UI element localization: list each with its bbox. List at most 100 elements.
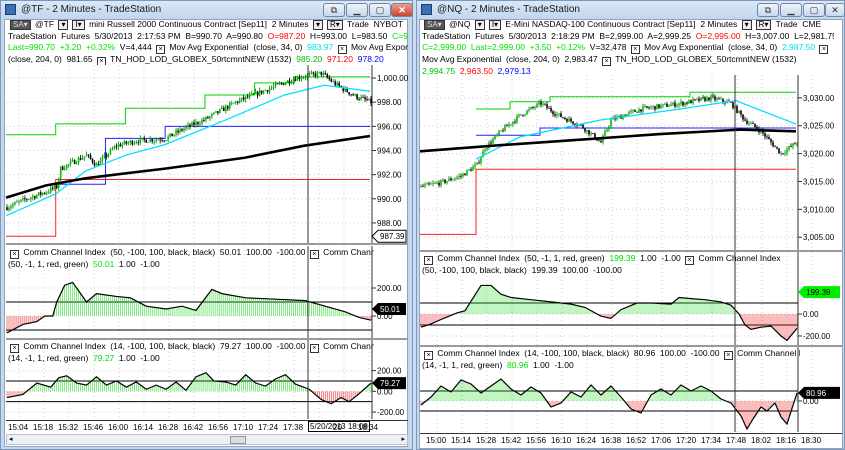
remove-study-checkbox[interactable]: ×: [309, 250, 319, 259]
candle-body: [630, 110, 632, 113]
candle-body: [646, 106, 648, 108]
header-dropdown-button[interactable]: SA▾: [424, 20, 445, 30]
candle-body: [125, 141, 128, 144]
candle-body: [348, 92, 350, 95]
candle-body: [65, 164, 68, 169]
scrollbar-thumb[interactable]: [230, 436, 247, 444]
candle-body: [22, 198, 24, 200]
candle-body: [530, 107, 532, 110]
candle-body: [566, 118, 568, 122]
header-text: Trade NYBOT: [344, 19, 403, 29]
header-dropdown-button[interactable]: R▾: [755, 20, 772, 30]
candle-body: [458, 175, 460, 178]
remove-study-checkbox[interactable]: ×: [309, 344, 319, 353]
candle-body: [786, 149, 788, 153]
candle-body: [326, 74, 329, 78]
candle-body: [177, 130, 179, 133]
header-dropdown-button[interactable]: I▾: [72, 20, 85, 30]
candle-body: [221, 107, 223, 110]
candle-body: [502, 130, 504, 132]
candle-body: [650, 107, 652, 109]
remove-study-checkbox[interactable]: ×: [156, 45, 166, 54]
header-dropdown-button[interactable]: SA▾: [10, 20, 31, 30]
candle-body: [320, 71, 323, 75]
header-text: O=2,995.00: [695, 30, 741, 41]
candle-body: [452, 179, 454, 181]
remove-study-checkbox[interactable]: ×: [630, 45, 640, 54]
candle-body: [119, 144, 122, 147]
candle-body: [702, 97, 704, 99]
candle-body: [718, 98, 720, 100]
header-dropdown-button[interactable]: ▾: [474, 20, 485, 30]
candle-body: [246, 96, 249, 98]
candle-body: [556, 114, 558, 116]
remove-study-checkbox[interactable]: ×: [819, 45, 829, 54]
header-dropdown-button[interactable]: ▾: [312, 20, 323, 30]
candle-body: [219, 109, 221, 113]
title-bar[interactable]: @NQ - 2 Minutes - TradeStation ⧉ ▁ ▢ ✕: [417, 1, 845, 19]
candle-body: [248, 94, 251, 98]
candle-body: [336, 82, 338, 86]
pane-divider[interactable]: [6, 243, 408, 245]
candle-body: [197, 122, 199, 125]
close-button[interactable]: ✕: [825, 3, 845, 17]
candle-body: [738, 110, 740, 113]
candle-body: [61, 166, 64, 170]
axis-tick-label: 3,015.00: [803, 177, 835, 186]
header-text: Comm Channel Index: [323, 341, 374, 351]
header-text: H=3,007.00 L=2,981.75: [740, 30, 834, 41]
scroll-right-arrow[interactable]: ▸: [401, 435, 405, 443]
candle-body: [262, 90, 265, 94]
candle-body: [708, 97, 710, 101]
header-dropdown-button[interactable]: I▾: [488, 20, 502, 30]
tradestation-app-icon: [5, 4, 16, 15]
candle-body: [111, 148, 114, 150]
remove-study-checkbox[interactable]: ×: [601, 57, 611, 66]
horizontal-scrollbar[interactable]: ◂ ▸: [6, 434, 408, 445]
remove-study-checkbox[interactable]: ×: [424, 256, 433, 265]
candle-body: [20, 199, 22, 202]
header-dropdown-button[interactable]: ▾: [741, 20, 752, 30]
header-dropdown-button[interactable]: ▾: [58, 20, 69, 30]
candle-body: [460, 175, 462, 177]
header-line: × Comm Channel Index (50, -1, 1, red, gr…: [422, 253, 800, 265]
remove-study-checkbox[interactable]: ×: [424, 351, 433, 360]
remove-study-checkbox[interactable]: ×: [723, 351, 733, 360]
header-dropdown-button[interactable]: R▾: [327, 20, 343, 30]
candle-body: [117, 144, 120, 147]
link-window-button[interactable]: ⧉: [757, 3, 779, 17]
title-bar[interactable]: @TF - 2 Minutes - TradeStation ⧉ ▁ ▢ ✕: [1, 1, 413, 19]
link-window-button[interactable]: ⧉: [323, 3, 345, 17]
header-text: (14, -1, 1, red, green): [8, 353, 94, 363]
candle-body: [93, 162, 96, 166]
minimize-button[interactable]: ▁: [780, 3, 802, 17]
scroll-left-arrow[interactable]: ◂: [9, 435, 13, 443]
candle-body: [700, 97, 702, 101]
remove-study-checkbox[interactable]: ×: [10, 250, 19, 259]
time-axis-label: 18:30: [801, 436, 822, 445]
candle-body: [682, 101, 684, 106]
time-axis-label: 16:10: [551, 436, 572, 445]
remove-study-checkbox[interactable]: ×: [96, 57, 106, 65]
candle-body: [18, 201, 20, 202]
candle-body: [28, 198, 30, 200]
candle-body: [32, 196, 34, 198]
remove-study-checkbox[interactable]: ×: [10, 344, 19, 353]
time-axis-label: 17:24: [258, 423, 279, 432]
axis-tick-label: 1,000.00: [377, 74, 409, 83]
axis-tick-label: 988.00: [377, 219, 402, 228]
candle-body: [770, 139, 772, 143]
remove-study-checkbox[interactable]: ×: [337, 45, 347, 54]
candle-body: [332, 81, 335, 83]
candle-body: [310, 72, 313, 74]
remove-study-checkbox[interactable]: ×: [685, 256, 695, 265]
maximize-button[interactable]: ▢: [803, 3, 825, 17]
maximize-button[interactable]: ▢: [369, 3, 391, 17]
candle-body: [12, 204, 14, 207]
candle-body: [169, 133, 171, 137]
minimize-button[interactable]: ▁: [346, 3, 368, 17]
candle-body: [498, 130, 500, 135]
cci-line: [420, 284, 798, 342]
close-button[interactable]: ✕: [391, 3, 413, 17]
candle-body: [30, 197, 32, 199]
